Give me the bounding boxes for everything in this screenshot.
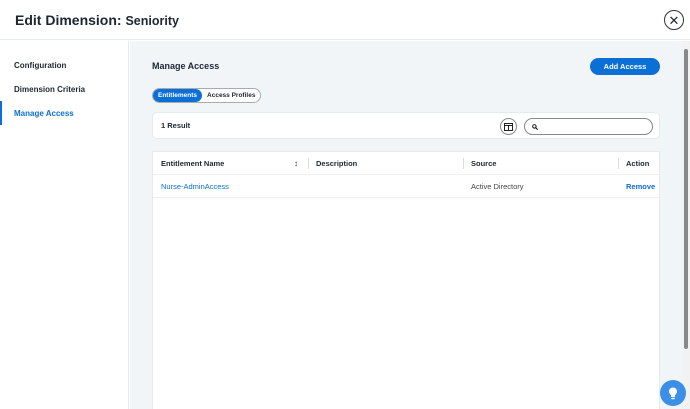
search-input[interactable] (542, 122, 652, 131)
section-title: Manage Access (152, 61, 219, 71)
table-row: Nurse-AdminAccess Active Directory Remov… (153, 175, 659, 198)
column-header-action: Action (618, 152, 659, 174)
table-header: Entitlement Name↕ Description Source Act… (153, 152, 659, 175)
sort-icon[interactable]: ↕ (294, 159, 298, 168)
columns-icon (504, 123, 513, 131)
entitlement-name-link[interactable]: Nurse-AdminAccess (153, 175, 308, 197)
search-icon (532, 123, 538, 131)
main-panel: Manage Access Add Access Entitlements Ac… (130, 41, 682, 409)
column-header-description[interactable]: Description (308, 152, 463, 174)
search-field[interactable] (524, 118, 653, 135)
entitlements-table: Entitlement Name↕ Description Source Act… (152, 151, 660, 409)
table-toolbar: 1 Result (152, 112, 660, 139)
sidebar: Configuration Dimension Criteria Manage … (0, 41, 129, 409)
remove-link[interactable]: Remove (618, 175, 659, 197)
close-button[interactable]: ✕ (664, 10, 684, 30)
page-title: Edit Dimension: Seniority (15, 12, 179, 28)
scrollbar[interactable] (682, 41, 690, 409)
close-icon: ✕ (669, 14, 680, 27)
add-access-button[interactable]: Add Access (590, 58, 660, 75)
column-header-entitlement-name[interactable]: Entitlement Name↕ (153, 152, 308, 174)
header: Edit Dimension: Seniority ✕ (0, 0, 690, 40)
result-count: 1 Result (161, 121, 190, 130)
scrollbar-thumb[interactable] (684, 49, 688, 349)
sidebar-item-configuration[interactable]: Configuration (0, 53, 128, 77)
description-cell (308, 175, 463, 197)
lightbulb-icon (668, 387, 678, 400)
column-settings-button[interactable] (500, 118, 517, 135)
help-button[interactable] (660, 380, 686, 406)
tab-access-profiles[interactable]: Access Profiles (202, 89, 260, 102)
sidebar-item-manage-access[interactable]: Manage Access (0, 101, 128, 125)
tab-toggle: Entitlements Access Profiles (152, 88, 261, 103)
tab-entitlements[interactable]: Entitlements (153, 89, 202, 102)
column-header-source[interactable]: Source (463, 152, 618, 174)
source-cell: Active Directory (463, 175, 618, 197)
sidebar-item-dimension-criteria[interactable]: Dimension Criteria (0, 77, 128, 101)
